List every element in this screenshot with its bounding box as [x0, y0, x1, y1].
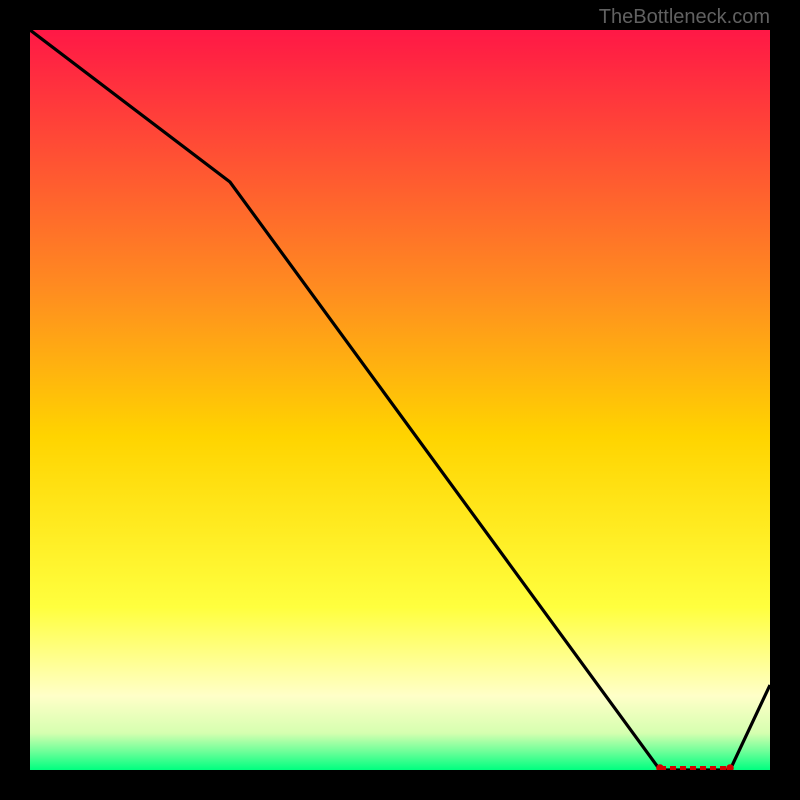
data-line-layer [30, 30, 770, 770]
data-line [30, 30, 770, 770]
attribution-label: TheBottleneck.com [599, 6, 770, 29]
plot-area [30, 30, 770, 770]
chart-container: TheBottleneck.com [0, 0, 800, 800]
